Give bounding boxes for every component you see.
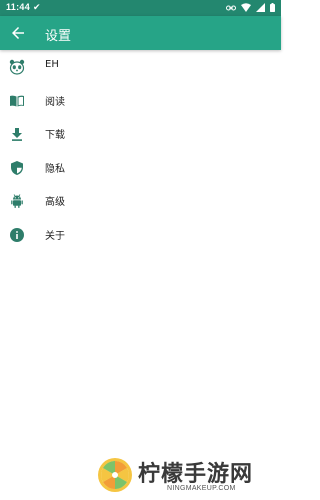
settings-item-label: 关于 bbox=[45, 230, 65, 242]
book-icon bbox=[10, 95, 24, 106]
panda-icon bbox=[9, 59, 25, 75]
watermark: 柠檬手游网 NINGMAKEUP.COM bbox=[96, 456, 276, 496]
wifi-icon bbox=[241, 3, 251, 12]
status-time: 11:44 bbox=[6, 2, 31, 12]
download-icon bbox=[12, 128, 22, 141]
signal-icon bbox=[256, 3, 265, 12]
link-icon bbox=[226, 5, 236, 10]
settings-item-label: 下载 bbox=[45, 130, 65, 141]
settings-item-about[interactable]: 关于 bbox=[0, 218, 281, 252]
settings-item-label: 高级 bbox=[45, 197, 65, 208]
settings-item-eh[interactable]: EH bbox=[0, 50, 281, 84]
notification-icon: ✔ bbox=[33, 2, 41, 12]
shield-icon bbox=[11, 160, 23, 175]
back-arrow-icon[interactable] bbox=[9, 24, 27, 42]
android-icon bbox=[11, 194, 23, 208]
lemon-logo-icon bbox=[98, 458, 132, 492]
settings-list: EH 阅读 下载 隐私 高级 关于 bbox=[0, 50, 281, 251]
status-icons bbox=[226, 3, 275, 12]
status-bar: 11:44 ✔ bbox=[0, 0, 281, 16]
settings-item-label: EH bbox=[45, 59, 59, 70]
settings-item-privacy[interactable]: 隐私 bbox=[0, 151, 281, 185]
watermark-name: 柠檬手游网 bbox=[138, 462, 254, 487]
battery-icon bbox=[270, 3, 275, 12]
settings-item-label: 隐私 bbox=[45, 163, 65, 175]
settings-item-advanced[interactable]: 高级 bbox=[0, 184, 281, 218]
settings-item-download[interactable]: 下载 bbox=[0, 117, 281, 151]
settings-item-label: 阅读 bbox=[45, 96, 65, 108]
app-bar: 设置 bbox=[0, 16, 281, 50]
watermark-domain: NINGMAKEUP.COM bbox=[167, 485, 236, 492]
settings-item-reading[interactable]: 阅读 bbox=[0, 84, 281, 118]
page-title: 设置 bbox=[45, 29, 72, 44]
info-icon bbox=[10, 227, 24, 242]
